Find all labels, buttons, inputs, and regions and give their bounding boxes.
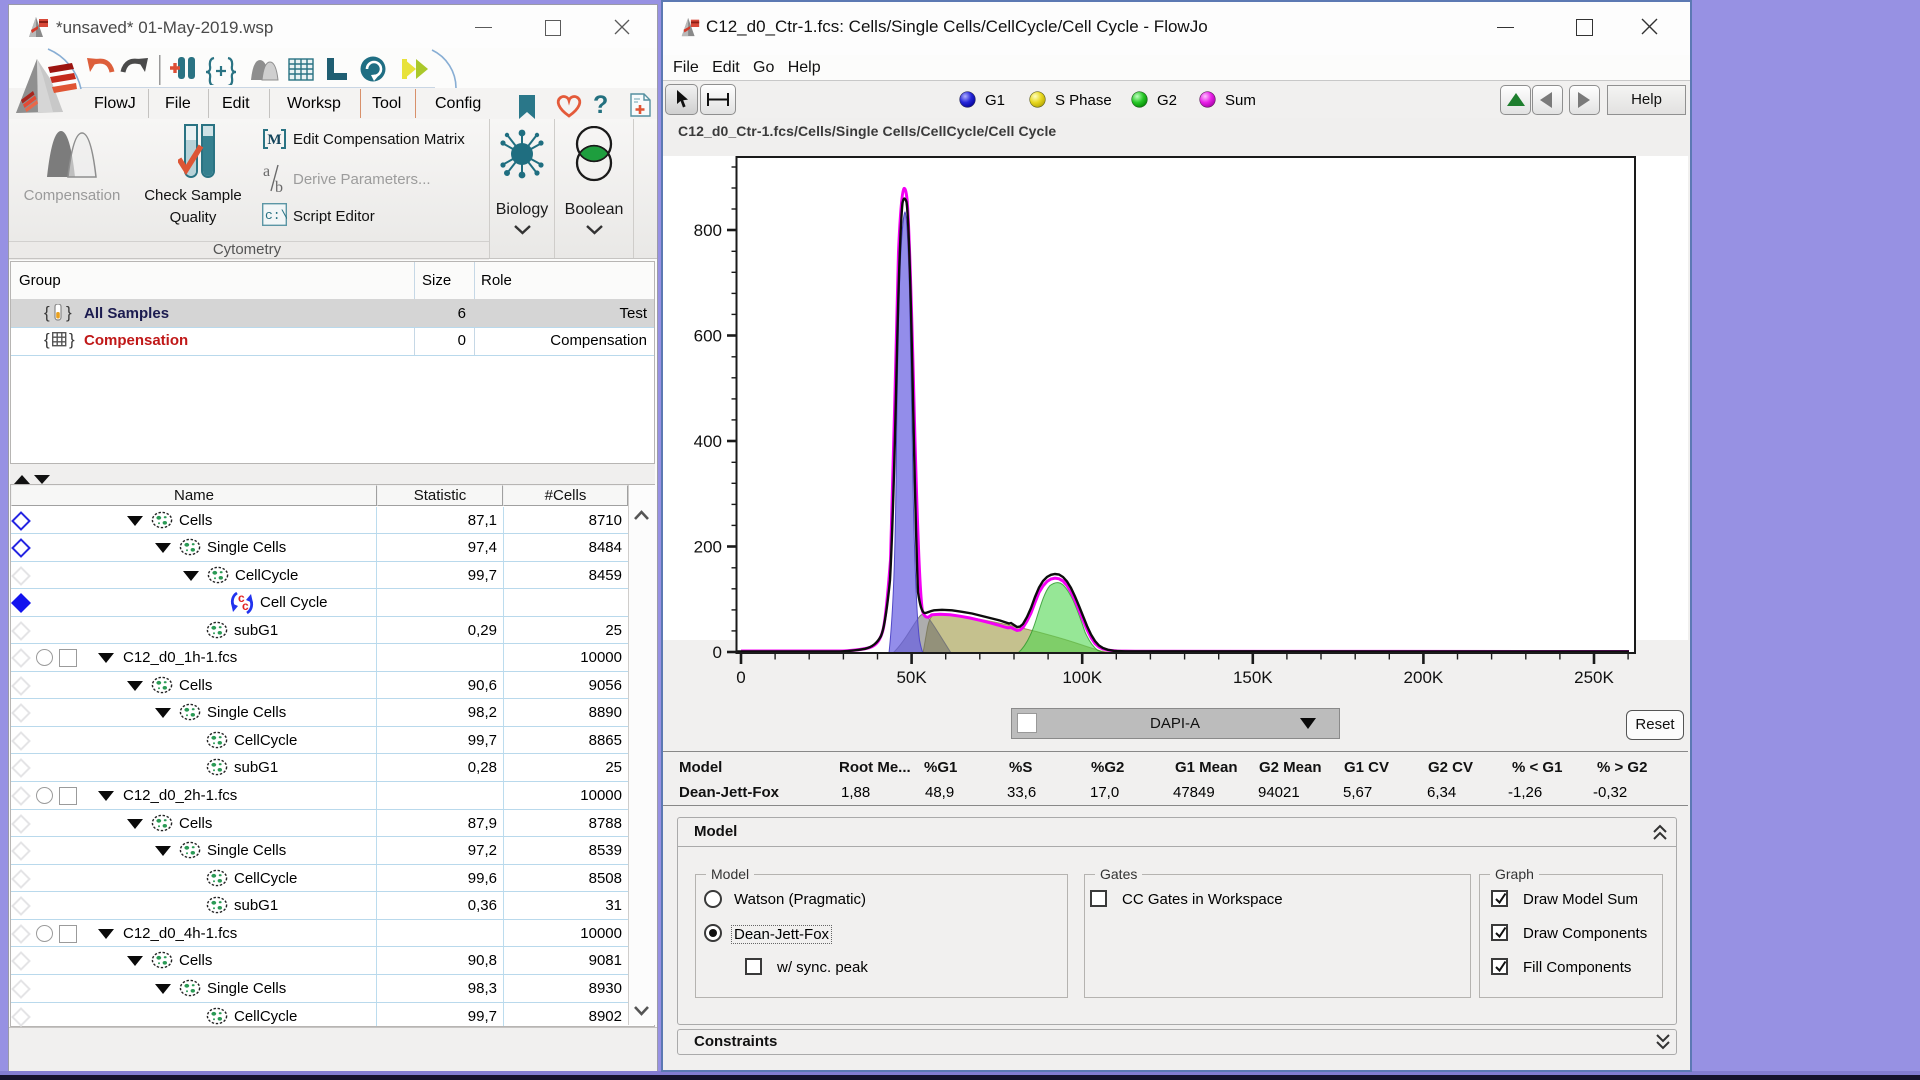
svg-text:M: M xyxy=(267,132,281,148)
svg-text:c: c xyxy=(242,599,249,613)
svg-text:600: 600 xyxy=(694,327,722,346)
svg-text:400: 400 xyxy=(694,432,722,451)
svg-text:c:\: c:\ xyxy=(265,208,287,223)
svg-text:200: 200 xyxy=(694,538,722,557)
svg-text:b: b xyxy=(275,179,283,194)
svg-text:200K: 200K xyxy=(1404,668,1444,687)
svg-text:100K: 100K xyxy=(1062,668,1102,687)
svg-text:150K: 150K xyxy=(1233,668,1273,687)
svg-text:a: a xyxy=(263,163,270,180)
svg-text:250K: 250K xyxy=(1574,668,1614,687)
svg-text:0: 0 xyxy=(713,643,722,662)
svg-text:0: 0 xyxy=(736,668,745,687)
svg-text:50K: 50K xyxy=(896,668,927,687)
svg-text:800: 800 xyxy=(694,221,722,240)
